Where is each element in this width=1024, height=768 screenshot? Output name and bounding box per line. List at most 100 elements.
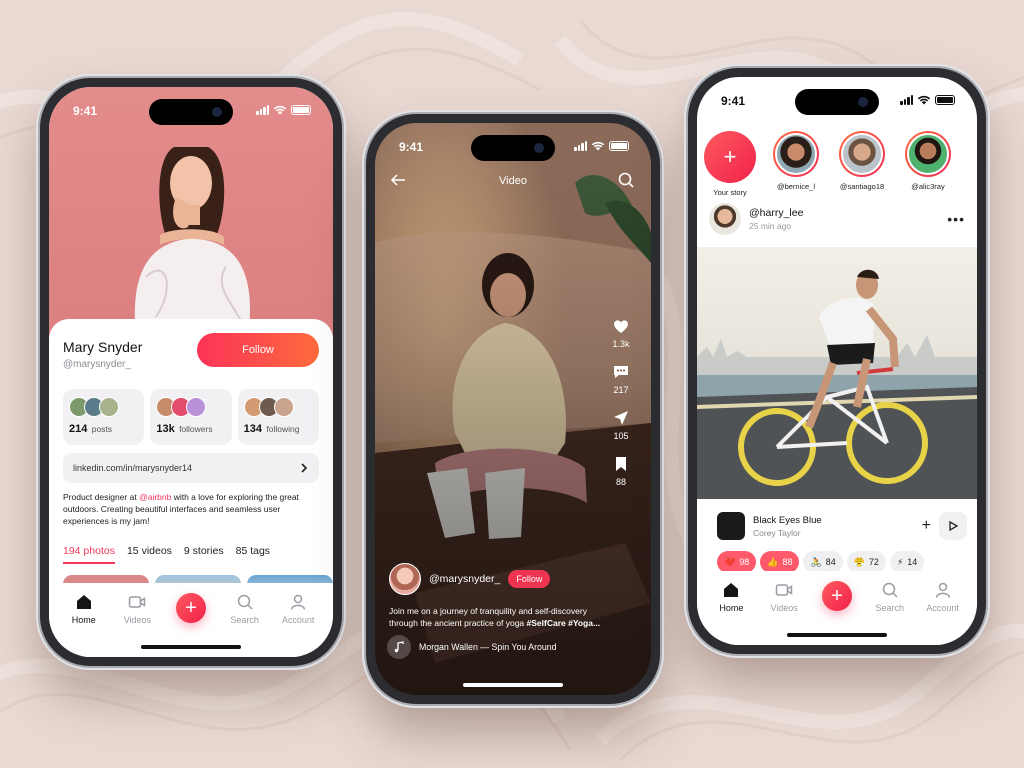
nav-label: Home — [71, 615, 96, 625]
tab-stories[interactable]: 9 stories — [184, 545, 224, 564]
reaction-steam[interactable]: 😤 72 — [846, 551, 886, 573]
like-button[interactable]: 1.3k — [612, 317, 630, 349]
profile-handle: @marysnyder_ — [63, 359, 131, 370]
reaction-heart[interactable]: ❤️ 98 — [717, 551, 757, 573]
comments-count: 217 — [613, 385, 629, 395]
tab-tags[interactable]: 85 tags — [236, 545, 270, 564]
steam-face-icon: 😤 — [853, 556, 865, 567]
video-screen: 9:41 Video 1.3k 217 105 88 @marysnyder_ … — [375, 123, 651, 695]
play-button[interactable] — [939, 512, 967, 540]
stat-following[interactable]: 134 following — [237, 389, 319, 445]
avatar[interactable] — [389, 563, 421, 595]
author-handle[interactable]: @marysnyder_ — [429, 573, 500, 585]
tab-photos[interactable]: 194 photos — [63, 545, 115, 564]
nav-label: Videos — [123, 615, 152, 625]
home-indicator — [463, 683, 563, 687]
nav-home[interactable]: Home — [707, 581, 755, 613]
nav-home[interactable]: Home — [60, 593, 108, 625]
home-indicator — [787, 633, 887, 637]
nav-account[interactable]: Account — [274, 593, 322, 625]
more-options-icon[interactable]: ••• — [947, 211, 965, 227]
save-button[interactable]: 88 — [612, 455, 630, 487]
bio-mention-link[interactable]: @airbnb — [139, 492, 171, 502]
dynamic-island — [795, 89, 879, 115]
your-story[interactable]: + Your story — [703, 131, 757, 197]
profile-tabs: 194 photos 15 videos 9 stories 85 tags — [63, 545, 325, 564]
story-item[interactable]: @alic3ray — [901, 131, 955, 197]
stat-followers[interactable]: 13k followers — [150, 389, 232, 445]
video-actions: 1.3k 217 105 88 — [601, 317, 641, 487]
nav-create[interactable]: + — [167, 593, 215, 623]
posts-thumbnails — [69, 397, 138, 417]
profile-link[interactable]: linkedin.com/in/marysnyder14 — [63, 453, 319, 483]
video-author: @marysnyder_ Follow — [389, 563, 551, 595]
followers-avatars — [156, 397, 225, 417]
following-avatars — [243, 397, 313, 417]
stat-posts[interactable]: 214 posts — [63, 389, 145, 445]
post-author[interactable]: @harry_lee — [749, 207, 803, 219]
reactions-row: ❤️ 98 👍 88 🚴 84 😤 72 ⚡ 14 — [717, 551, 967, 573]
follow-button[interactable]: Follow — [508, 570, 551, 588]
heart-icon — [614, 320, 628, 333]
track-title: Black Eyes Blue — [753, 514, 822, 526]
search-icon — [237, 594, 253, 610]
nav-label: Search — [875, 603, 905, 613]
nav-search[interactable]: Search — [866, 581, 914, 613]
search-icon — [882, 582, 898, 598]
video-title: Video — [499, 175, 527, 187]
nav-create[interactable]: + — [813, 581, 861, 611]
status-time: 9:41 — [721, 94, 746, 108]
signal-icon — [900, 95, 913, 105]
reaction-lightning[interactable]: ⚡ 14 — [889, 551, 925, 573]
stat-count: 13k — [156, 423, 175, 435]
nav-label: Account — [926, 603, 959, 613]
tab-videos[interactable]: 15 videos — [127, 545, 172, 564]
dynamic-island — [471, 135, 555, 161]
story-item[interactable]: @santiago18 — [835, 131, 889, 197]
reaction-thumbs-up[interactable]: 👍 88 — [760, 551, 800, 573]
nav-videos[interactable]: Videos — [760, 581, 808, 613]
comment-icon — [614, 366, 628, 378]
avatar[interactable] — [709, 203, 741, 235]
avatar — [841, 133, 883, 175]
nav-account[interactable]: Account — [919, 581, 967, 613]
signal-icon — [574, 141, 587, 151]
stat-count: 134 — [243, 423, 263, 435]
battery-icon — [291, 105, 311, 115]
add-icon[interactable]: + — [922, 517, 931, 535]
caption-hashtags[interactable]: #SelfCare #Yoga... — [527, 618, 601, 628]
video-music[interactable]: Morgan Wallen — Spin You Around — [387, 635, 557, 659]
thumbs-up-icon: 👍 — [767, 556, 779, 567]
nav-label: Search — [230, 615, 259, 625]
search-icon[interactable] — [617, 171, 635, 189]
story-ring — [905, 131, 951, 177]
reaction-cyclist[interactable]: 🚴 84 — [803, 551, 843, 573]
story-label: @santiago18 — [839, 182, 885, 191]
feed-screen: 9:41 + Your story @bernice_l @santiago18 — [697, 77, 977, 645]
plus-icon: + — [175, 593, 206, 623]
story-item[interactable]: @bernice_l — [769, 131, 823, 197]
share-button[interactable]: 105 — [612, 409, 630, 441]
nav-label: Videos — [770, 603, 798, 613]
video-header: Video — [375, 171, 651, 195]
cyclist-icon: 🚴 — [810, 556, 822, 567]
nav-search[interactable]: Search — [221, 593, 269, 625]
profile-screen: 9:41 Mary Snyder @marysnyder_ Follow 214… — [49, 87, 333, 657]
heart-icon: ❤️ — [724, 556, 736, 567]
stat-label: posts — [91, 424, 113, 434]
bookmark-icon — [616, 457, 626, 471]
stat-count: 214 — [69, 423, 88, 435]
phone-video: 9:41 Video 1.3k 217 105 88 @marysnyder_ … — [366, 114, 660, 704]
comment-button[interactable]: 217 — [612, 363, 630, 395]
follow-button[interactable]: Follow — [197, 333, 319, 367]
video-camera-icon — [775, 584, 793, 596]
profile-bio: Product designer at @airbnb with a love … — [63, 491, 321, 527]
nav-videos[interactable]: Videos — [113, 593, 161, 625]
battery-icon — [935, 95, 955, 105]
bio-text: Product designer at — [63, 492, 140, 502]
album-art — [717, 512, 745, 540]
stat-label: following — [266, 424, 300, 434]
post-photo[interactable] — [697, 247, 977, 499]
stories-row: + Your story @bernice_l @santiago18 @ali… — [703, 131, 977, 197]
wifi-icon — [591, 141, 605, 151]
